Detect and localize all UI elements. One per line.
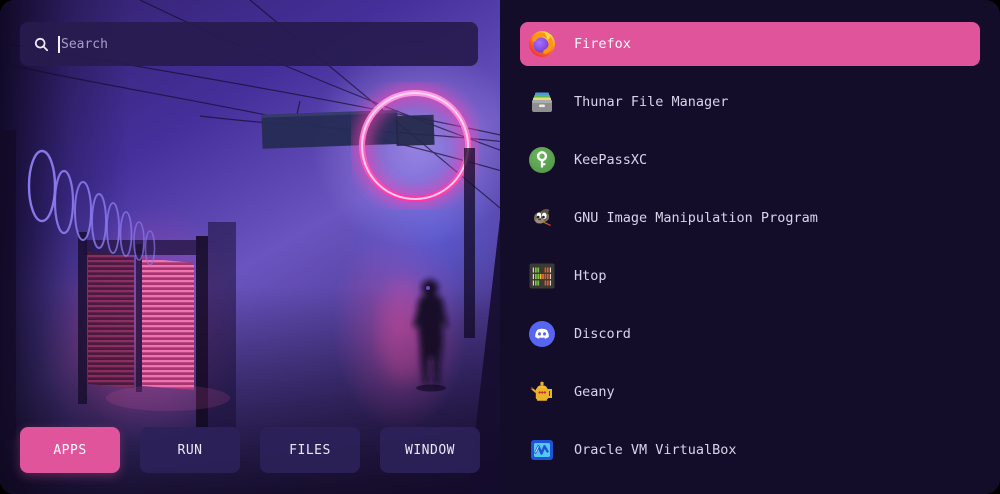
search-bar — [20, 22, 478, 66]
mode-button-window[interactable]: WINDOW — [380, 427, 480, 473]
app-row-virtualbox[interactable]: Oracle VM VirtualBox — [520, 428, 980, 472]
mode-switcher: APPS RUN FILES WINDOW — [20, 427, 480, 473]
app-label: Discord — [574, 326, 631, 342]
app-label: Oracle VM VirtualBox — [574, 442, 737, 458]
wallpaper — [0, 0, 500, 494]
discord-icon — [528, 320, 556, 348]
app-label: Thunar File Manager — [574, 94, 728, 110]
neon-ring — [362, 93, 468, 199]
search-icon — [34, 37, 49, 52]
mode-button-files[interactable]: FILES — [260, 427, 360, 473]
app-row-discord[interactable]: Discord — [520, 312, 980, 356]
app-row-geany[interactable]: Geany — [520, 370, 980, 414]
text-cursor — [58, 36, 60, 53]
app-label: Htop — [574, 268, 607, 284]
app-label: Firefox — [574, 36, 631, 52]
search-input[interactable] — [61, 37, 464, 52]
mode-button-apps[interactable]: APPS — [20, 427, 120, 473]
keepassxc-icon — [528, 146, 556, 174]
htop-icon — [528, 262, 556, 290]
app-row-htop[interactable]: Htop — [520, 254, 980, 298]
app-row-firefox[interactable]: Firefox — [520, 22, 980, 66]
app-row-gimp[interactable]: GNU Image Manipulation Program — [520, 196, 980, 240]
firefox-icon — [528, 30, 556, 58]
walking-figure — [378, 278, 448, 392]
app-label: KeePassXC — [574, 152, 647, 168]
app-launcher-window: APPS RUN FILES WINDOW — [0, 0, 1000, 494]
gimp-icon — [528, 204, 556, 232]
app-row-thunar[interactable]: Thunar File Manager — [520, 80, 980, 124]
app-row-keepassxc[interactable]: KeePassXC — [520, 138, 980, 182]
app-list: Firefox Thunar File Manager — [500, 0, 1000, 494]
thunar-icon — [528, 88, 556, 116]
geany-icon — [528, 378, 556, 406]
mode-button-run[interactable]: RUN — [140, 427, 240, 473]
app-label: Geany — [574, 384, 615, 400]
virtualbox-icon — [528, 436, 556, 464]
app-label: GNU Image Manipulation Program — [574, 210, 818, 226]
wallpaper-panel: APPS RUN FILES WINDOW — [0, 0, 500, 494]
